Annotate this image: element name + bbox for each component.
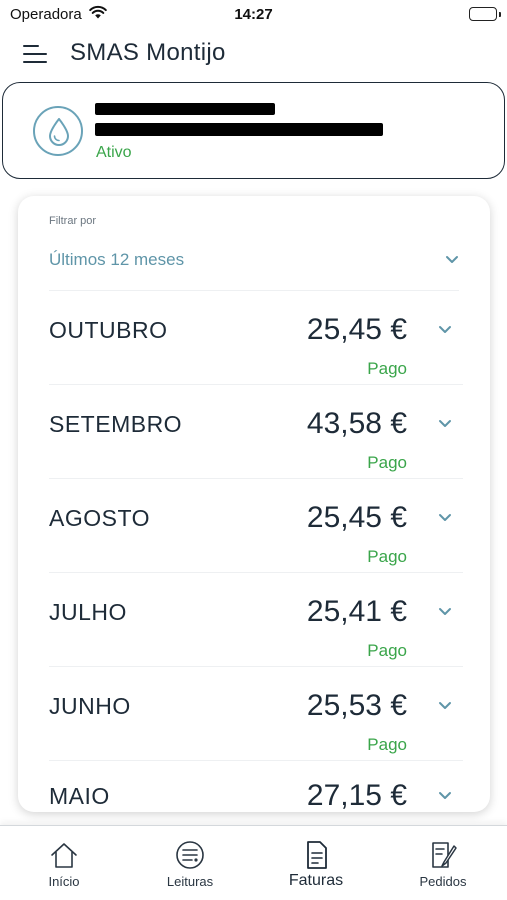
chevron-down-icon[interactable] [438,604,452,622]
bottom-tab-bar: Início Leituras Faturas Pedidos [0,825,507,900]
tab-faturas[interactable]: Faturas [253,826,379,900]
invoice-amount: 25,45 € [306,501,407,534]
invoice-status: Pago [367,735,407,754]
invoice-row-october[interactable]: OUTUBRO 25,45 € Pago [18,291,490,385]
invoice-month: SETEMBRO [49,411,183,437]
tab-inicio[interactable]: Início [1,826,127,900]
home-icon [49,840,79,875]
page-title: SMAS Montijo [70,39,226,66]
invoice-row-july[interactable]: JULHO 25,41 € Pago [18,573,490,667]
request-icon [428,840,458,875]
invoice-amount: 25,53 € [306,689,407,722]
hamburger-menu-icon[interactable] [23,43,47,65]
chevron-down-icon[interactable] [438,788,452,806]
invoices-card: Filtrar por Últimos 12 meses OUTUBRO 25,… [18,196,490,812]
invoice-icon [301,840,331,875]
invoice-month: JULHO [49,599,127,625]
invoice-status: Pago [367,547,407,566]
invoice-amount: 27,15 € [306,779,407,812]
battery-icon [469,7,501,21]
account-card[interactable]: Ativo [2,82,505,179]
filter-value: Últimos 12 meses [49,250,185,269]
invoice-row-august[interactable]: AGOSTO 25,45 € Pago [18,479,490,573]
tab-pedidos[interactable]: Pedidos [380,826,506,900]
invoice-row-may[interactable]: MAIO 27,15 € [18,779,490,812]
invoice-status: Pago [367,453,407,472]
invoice-amount: 43,58 € [306,407,407,440]
invoice-status: Pago [367,641,407,660]
invoice-status: Pago [367,359,407,378]
invoice-row-june[interactable]: JUNHO 25,53 € Pago [18,667,490,761]
redacted-account-name [95,103,275,115]
account-status: Ativo [96,144,132,161]
invoice-month: MAIO [49,783,110,809]
tab-label: Início [48,874,80,889]
filter-label: Filtrar por [49,215,97,227]
tab-label: Faturas [288,872,344,889]
clock: 14:27 [234,6,273,23]
chevron-down-icon[interactable] [438,322,452,340]
chevron-down-icon[interactable] [438,698,452,716]
water-drop-icon [33,106,83,156]
tab-leituras[interactable]: Leituras [127,826,253,900]
period-filter-select[interactable]: Últimos 12 meses [49,246,459,276]
app-header: SMAS Montijo [0,33,507,77]
status-bar: Operadora 14:27 [0,0,507,28]
invoice-month: JUNHO [49,693,131,719]
invoice-row-september[interactable]: SETEMBRO 43,58 € Pago [18,385,490,479]
chevron-down-icon[interactable] [438,416,452,434]
tab-label: Pedidos [419,874,467,889]
tab-label: Leituras [166,874,214,889]
invoice-month: OUTUBRO [49,317,168,343]
chevron-down-icon[interactable] [438,510,452,528]
invoice-amount: 25,41 € [306,595,407,628]
invoice-month: AGOSTO [49,505,150,531]
meter-icon [175,840,205,875]
invoice-amount: 25,45 € [306,313,407,346]
chevron-down-icon [445,252,459,270]
invoice-list: OUTUBRO 25,45 € Pago SETEMBRO 43,58 € Pa… [18,291,490,761]
redacted-account-address [95,123,383,136]
